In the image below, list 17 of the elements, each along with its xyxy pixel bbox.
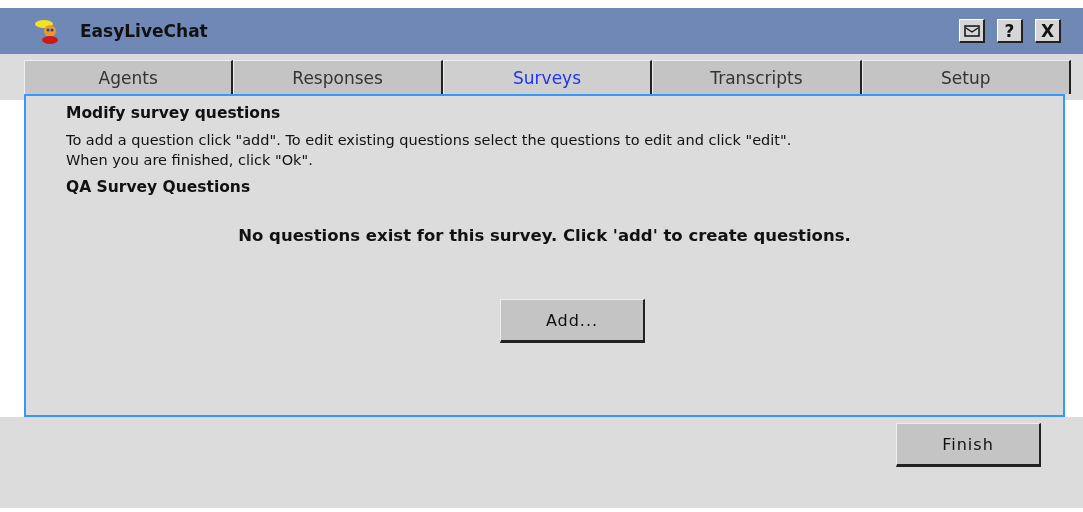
mail-button[interactable] bbox=[959, 19, 985, 43]
tab[interactable]: Agents bbox=[24, 60, 234, 94]
instruction-text: When you are finished, click "Ok". bbox=[66, 151, 314, 170]
help-button[interactable]: ? bbox=[997, 19, 1023, 43]
close-button[interactable]: X bbox=[1035, 19, 1061, 43]
instruction-text: To add a question click "add". To edit existing questions select the questions to edit and click "edit". bbox=[66, 131, 793, 150]
tab[interactable]: Setup bbox=[861, 60, 1072, 94]
section-heading: Modify survey questions bbox=[66, 104, 282, 122]
tab[interactable]: Transcripts bbox=[652, 60, 862, 94]
empty-message: No questions exist for this survey. Click 'add' to create questions. bbox=[237, 226, 852, 245]
finish-button[interactable]: Finish bbox=[896, 423, 1041, 467]
add-button[interactable]: Add... bbox=[500, 299, 645, 343]
tab[interactable]: Surveys bbox=[442, 60, 653, 94]
window-title: EasyLiveChat bbox=[80, 21, 208, 41]
tab[interactable]: Responses bbox=[233, 60, 443, 94]
section-heading: QA Survey Questions bbox=[66, 178, 252, 196]
envelope-icon bbox=[963, 24, 980, 37]
